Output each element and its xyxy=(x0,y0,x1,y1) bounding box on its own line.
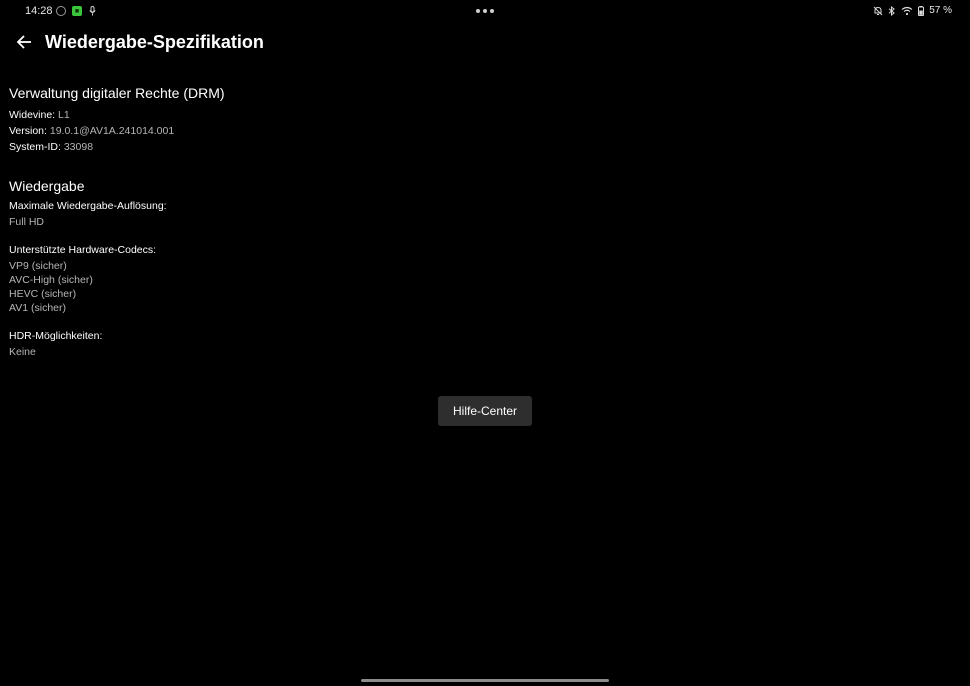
drm-widevine-value: L1 xyxy=(58,109,70,121)
back-button[interactable] xyxy=(12,32,36,56)
codec-item: HEVC (sicher) xyxy=(9,288,77,300)
arrow-left-icon xyxy=(16,34,32,54)
app-notification-icon: ■ xyxy=(72,6,82,16)
notifications-muted-icon xyxy=(873,6,883,16)
codec-item: AV1 (sicher) xyxy=(9,302,66,314)
drm-widevine-label: Widevine: xyxy=(9,109,56,121)
microphone-icon xyxy=(88,6,96,16)
drm-system-id-value: 33098 xyxy=(63,141,94,153)
wifi-icon xyxy=(901,6,913,16)
drm-version-value: 19.0.1@AV1A.241014.001 xyxy=(49,125,175,137)
bluetooth-icon xyxy=(888,5,896,16)
codec-item: VP9 (sicher) xyxy=(9,260,67,272)
hdr-capabilities-label: HDR-Möglichkeiten: xyxy=(9,330,103,342)
codec-item: AVC-High (sicher) xyxy=(9,274,93,286)
home-indicator[interactable] xyxy=(361,679,609,682)
status-left-icons: ■ xyxy=(56,6,96,16)
playback-section-title: Wiedergabe xyxy=(9,178,85,194)
circle-notification-icon xyxy=(56,6,66,16)
help-center-button[interactable]: Hilfe-Center xyxy=(438,396,532,426)
app-header: Wiedergabe-Spezifikation xyxy=(0,28,970,60)
hardware-codecs-label: Unterstützte Hardware-Codecs: xyxy=(9,244,157,256)
drm-widevine-row: Widevine: L1 xyxy=(9,107,609,123)
drm-section-title: Verwaltung digitaler Rechte (DRM) xyxy=(9,85,225,101)
page-title: Wiedergabe-Spezifikation xyxy=(45,32,264,52)
hdr-capabilities-value: Keine xyxy=(9,346,36,358)
spec-content: Verwaltung digitaler Rechte (DRM) Widevi… xyxy=(9,84,609,359)
status-time: 14:28 xyxy=(25,5,53,17)
battery-icon xyxy=(918,5,925,16)
drm-version-label: Version: xyxy=(9,125,47,137)
more-options-icon[interactable] xyxy=(476,9,494,13)
max-resolution-value: Full HD xyxy=(9,216,45,228)
status-bar: 14:28 ■ 57 % xyxy=(0,0,970,24)
battery-percentage: 57 % xyxy=(929,5,952,16)
drm-version-row: Version: 19.0.1@AV1A.241014.001 xyxy=(9,123,609,139)
drm-system-id-row: System-ID: 33098 xyxy=(9,139,609,155)
max-resolution-label: Maximale Wiedergabe-Auflösung: xyxy=(9,200,167,212)
drm-system-id-label: System-ID: xyxy=(9,141,61,153)
status-right-icons: 57 % xyxy=(873,5,952,16)
